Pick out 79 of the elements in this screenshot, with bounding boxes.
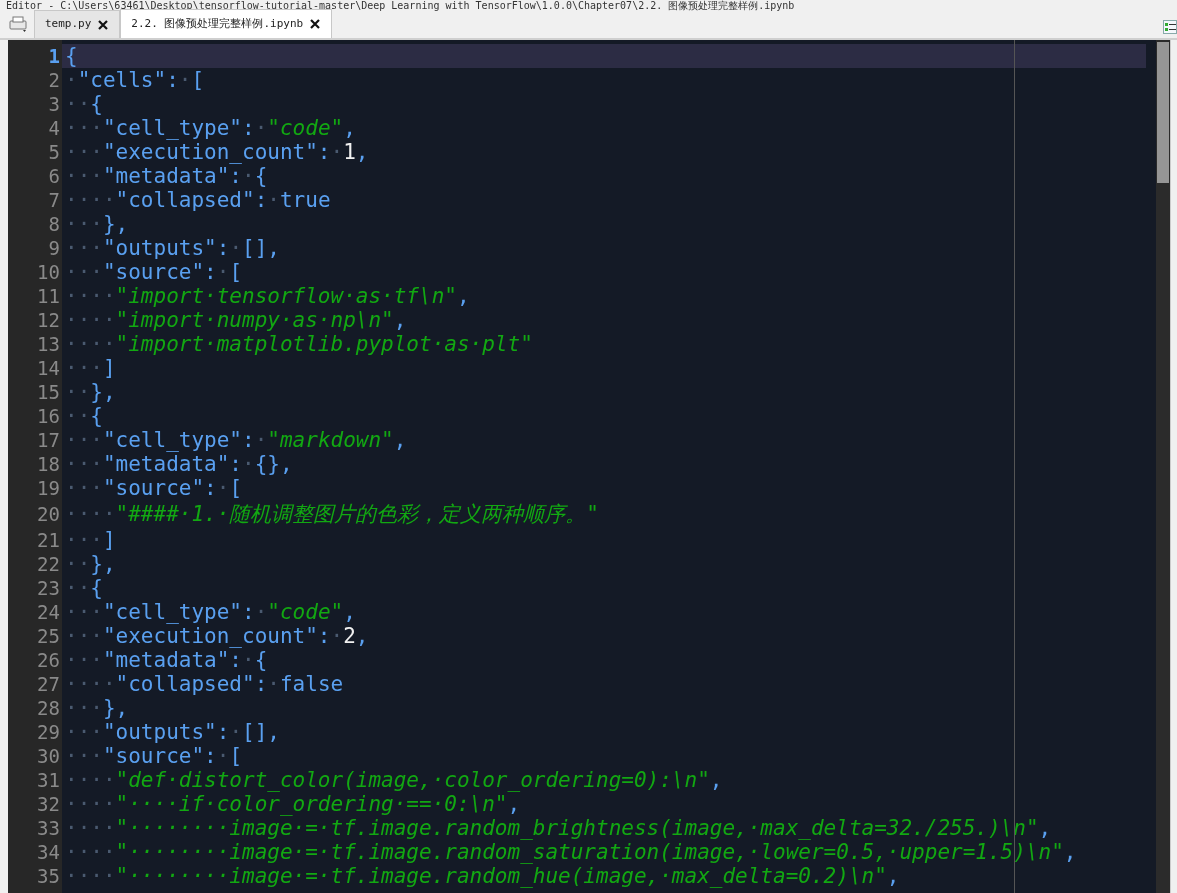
line-number: 13 [36, 332, 61, 356]
code-line: ···"cell_type":·"markdown", [65, 428, 407, 452]
line-number: 25 [36, 624, 61, 648]
list-icon[interactable] [1163, 20, 1177, 34]
line-number: 21 [36, 528, 61, 552]
close-icon[interactable] [309, 18, 322, 30]
code-line: ···"cell_type":·"code", [65, 600, 356, 624]
line-number: 7 [47, 188, 61, 212]
code-line: ···}, [65, 212, 129, 236]
line-number: 15 [36, 380, 61, 404]
line-number: 6 [47, 164, 61, 188]
code-line: ····"import·tensorflow·as·tf\n", [65, 284, 470, 308]
line-number: 2 [47, 68, 61, 92]
code-line: ····"········image·=·tf.image.random_hue(image,·max_delta=0.2)\n", [65, 864, 900, 888]
line-number: 20 [36, 502, 61, 527]
code-line: ···"metadata":·{}, [65, 452, 293, 476]
code-line: ··}, [65, 552, 116, 576]
code-line: ···"source":·[ [65, 476, 243, 500]
line-number: 4 [47, 116, 61, 140]
window-title: Editor - C:\Users\63461\Desktop\tensorflow-tutorial-master\Deep_Learning_with_TensorFlow\1.0.0\Chapter07\2.2. 图像预处理完整样例.ipynb [5, 0, 796, 11]
line-number: 1 [47, 44, 61, 68]
code-line: ···"metadata":·{ [65, 164, 268, 188]
code-line: ···] [65, 356, 116, 380]
scrollbar[interactable] [1156, 40, 1170, 893]
line-number: 22 [36, 552, 61, 576]
code-line: ··}, [65, 380, 116, 404]
code-line: ····"collapsed":·false [65, 672, 344, 696]
line-number: 14 [36, 356, 61, 380]
line-number: 24 [36, 600, 61, 624]
line-number: 12 [36, 308, 61, 332]
line-number: 28 [36, 696, 61, 720]
code-editor[interactable] [62, 40, 1156, 893]
code-line: ····"········image·=·tf.image.random_brightness(image,·max_delta=32./255.)\n", [65, 816, 1052, 840]
code-line: ···"outputs":·[], [65, 720, 280, 744]
line-number: 17 [36, 428, 61, 452]
printer-icon[interactable] [8, 15, 30, 35]
code-line: ···"cell_type":·"code", [65, 116, 356, 140]
code-line: ····"········image·=·tf.image.random_saturation(image,·lower=0.5,·upper=1.5)\n", [65, 840, 1077, 864]
code-line: ··{ [65, 576, 103, 600]
code-line: ·"cells":·[ [65, 68, 205, 92]
code-line: ··{ [65, 404, 103, 428]
line-number: 5 [47, 140, 61, 164]
code-line: ···"outputs":·[], [65, 236, 280, 260]
editor-tab[interactable]: temp.py [34, 10, 121, 38]
editor-tab[interactable]: 2.2. 图像预处理完整样例.ipynb [120, 9, 333, 38]
code-line: ····"collapsed":·true [65, 188, 331, 212]
code-line: ···"source":·[ [65, 260, 243, 284]
code-line: ···}, [65, 696, 129, 720]
close-icon[interactable] [97, 18, 110, 31]
line-number: 23 [36, 576, 61, 600]
code-line: ····"def·distort_color(image,·color_ordering=0):\n", [65, 768, 723, 792]
line-number: 9 [47, 236, 61, 260]
line-number: 33 [36, 816, 61, 840]
line-number: 18 [36, 452, 61, 476]
line-number: 26 [36, 648, 61, 672]
code-line: { [65, 44, 78, 68]
code-line: ··{ [65, 92, 103, 116]
code-line: ···"source":·[ [65, 744, 243, 768]
line-number: 19 [36, 476, 61, 500]
line-number: 10 [36, 260, 61, 284]
code-line: ···"metadata":·{ [65, 648, 268, 672]
line-number: 30 [36, 744, 61, 768]
line-number: 27 [36, 672, 61, 696]
code-line: ····"····if·color_ordering·==·0:\n", [65, 792, 521, 816]
line-number: 34 [36, 840, 61, 864]
line-number: 29 [36, 720, 61, 744]
line-number: 3 [47, 92, 61, 116]
line-number: 35 [36, 864, 61, 888]
code-line: ···"execution_count":·2, [65, 624, 369, 648]
code-line: ···"execution_count":·1, [65, 140, 369, 164]
line-number: 32 [36, 792, 61, 816]
line-number: 31 [36, 768, 61, 792]
code-line: ····"import·numpy·as·np\n", [65, 308, 407, 332]
code-line: ···] [65, 528, 116, 552]
code-line: ····"####·1.·随机调整图片的色彩，定义两种顺序。" [65, 502, 599, 526]
code-line: ····"import·matplotlib.pyplot·as·plt" [65, 332, 533, 356]
line-number: 11 [36, 284, 61, 308]
line-number: 16 [36, 404, 61, 428]
line-number: 8 [47, 212, 61, 236]
